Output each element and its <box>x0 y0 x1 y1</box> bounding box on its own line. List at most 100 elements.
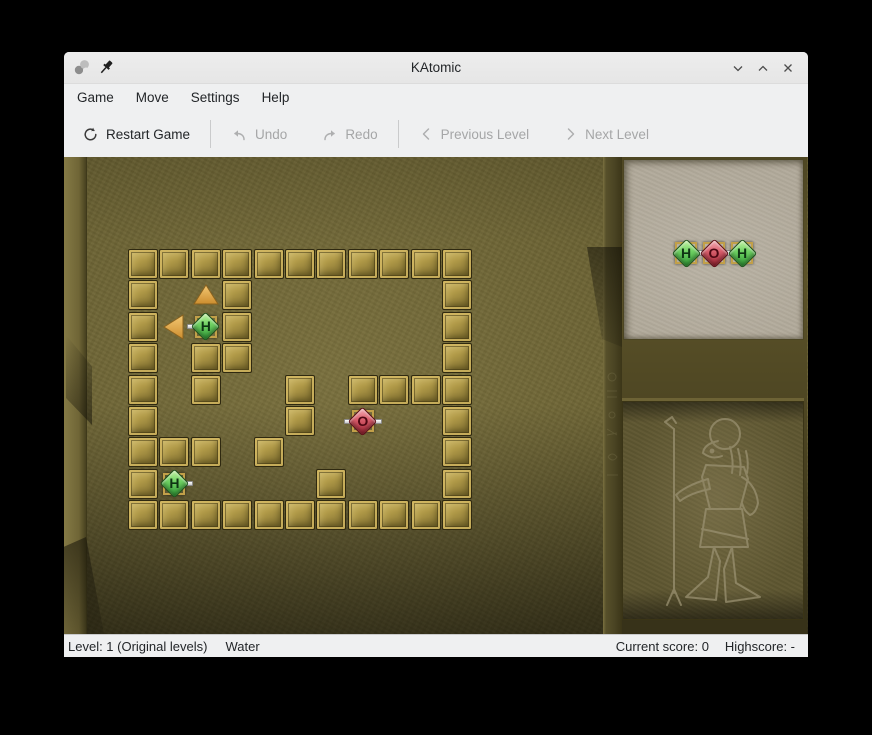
atom-label: O <box>348 413 378 430</box>
restart-icon <box>82 126 99 143</box>
chevron-right-icon <box>563 126 578 142</box>
menu-help[interactable]: Help <box>251 86 301 109</box>
wall-tile <box>411 500 441 530</box>
wall-tile <box>128 437 158 467</box>
statusbar: Level: 1 (Original levels) Water Current… <box>64 634 808 657</box>
menubar: Game Move Settings Help <box>64 84 808 111</box>
menu-move[interactable]: Move <box>125 86 180 109</box>
wall-tile <box>191 375 221 405</box>
wall-tile <box>316 500 346 530</box>
egyptian-panel <box>622 398 804 620</box>
goal-atom-h: H <box>671 238 701 268</box>
wall-tile <box>222 249 252 279</box>
wall-tile <box>128 375 158 405</box>
game-area: HOH HOH <box>64 157 808 634</box>
undo-label: Undo <box>255 127 287 142</box>
atom-o[interactable]: O <box>348 406 378 436</box>
wall-tile <box>411 249 441 279</box>
toolbar-separator <box>398 120 399 148</box>
wall-tile <box>285 375 315 405</box>
move-left-arrow[interactable] <box>159 312 189 342</box>
undo-icon <box>231 127 248 142</box>
menu-settings[interactable]: Settings <box>180 86 251 109</box>
wall-tile <box>191 500 221 530</box>
wall-tile <box>128 469 158 499</box>
wall-tile <box>348 375 378 405</box>
redo-label: Redo <box>345 127 377 142</box>
atom-label: O <box>699 245 729 262</box>
wall-tile <box>442 312 472 342</box>
wall-tile <box>254 249 284 279</box>
molecule-name: Water <box>225 639 259 654</box>
restart-game-label: Restart Game <box>106 127 190 142</box>
maximize-button[interactable] <box>755 60 771 76</box>
wall-tile <box>285 406 315 436</box>
current-score: Current score: 0 <box>616 639 709 654</box>
wall-tile <box>128 312 158 342</box>
atom-label: H <box>727 245 757 262</box>
previous-level-button: Previous Level <box>419 126 530 142</box>
wall-tile <box>442 343 472 373</box>
wall-tile <box>222 312 252 342</box>
wall-tile <box>379 249 409 279</box>
atom-label: H <box>671 245 701 262</box>
wall-tile <box>379 375 409 405</box>
wall-tile <box>348 249 378 279</box>
menu-game[interactable]: Game <box>66 86 125 109</box>
wall-tile <box>285 249 315 279</box>
wall-tile <box>442 375 472 405</box>
wall-tile <box>348 500 378 530</box>
wall-tile <box>442 280 472 310</box>
atom-h[interactable]: H <box>159 469 189 499</box>
chevron-left-icon <box>419 126 434 142</box>
highscore: Highscore: - <box>725 639 795 654</box>
previous-level-label: Previous Level <box>441 127 530 142</box>
wall-tile <box>128 406 158 436</box>
hieroglyph-decor <box>604 367 621 487</box>
atom-label: H <box>191 318 221 335</box>
titlebar[interactable]: KAtomic <box>64 52 808 84</box>
wall-tile <box>191 249 221 279</box>
wall-tile <box>442 249 472 279</box>
wall-tile <box>191 343 221 373</box>
level-label: Level: 1 (Original levels) <box>68 639 207 654</box>
wall-tile <box>128 280 158 310</box>
wall-tile <box>159 437 189 467</box>
wall-tile <box>128 249 158 279</box>
redo-button: Redo <box>321 127 377 142</box>
wall-tile <box>285 500 315 530</box>
close-button[interactable] <box>780 60 796 76</box>
atom-h[interactable]: H <box>191 312 221 342</box>
toolbar: Restart Game Undo Redo Previous Level <box>64 111 808 157</box>
close-icon <box>781 61 795 75</box>
undo-button: Undo <box>231 127 287 142</box>
wall-tile <box>379 500 409 530</box>
move-up-arrow[interactable] <box>191 280 221 310</box>
goal-preview-panel: HOH <box>623 159 804 340</box>
next-level-label: Next Level <box>585 127 649 142</box>
wall-tile <box>222 500 252 530</box>
toolbar-separator <box>210 120 211 148</box>
wall-tile <box>128 500 158 530</box>
atom-label: H <box>159 475 189 492</box>
window-title: KAtomic <box>64 60 808 75</box>
goal-atom-o: O <box>699 238 729 268</box>
wall-tile <box>411 375 441 405</box>
minimize-button[interactable] <box>730 60 746 76</box>
stone-crack-decor <box>64 537 104 634</box>
wall-tile <box>442 406 472 436</box>
redo-icon <box>321 127 338 142</box>
stone-fracture-decor <box>572 247 622 347</box>
wall-tile <box>222 280 252 310</box>
restart-game-button[interactable]: Restart Game <box>82 126 190 143</box>
wall-tile <box>254 500 284 530</box>
wall-tile <box>316 249 346 279</box>
wall-tile <box>222 343 252 373</box>
chevron-up-icon <box>756 61 770 75</box>
wall-tile <box>254 437 284 467</box>
wall-tile <box>159 249 189 279</box>
wall-tile <box>191 437 221 467</box>
wall-tile <box>442 469 472 499</box>
egyptian-relief-decor <box>622 401 804 620</box>
goal-atom-h: H <box>727 238 757 268</box>
